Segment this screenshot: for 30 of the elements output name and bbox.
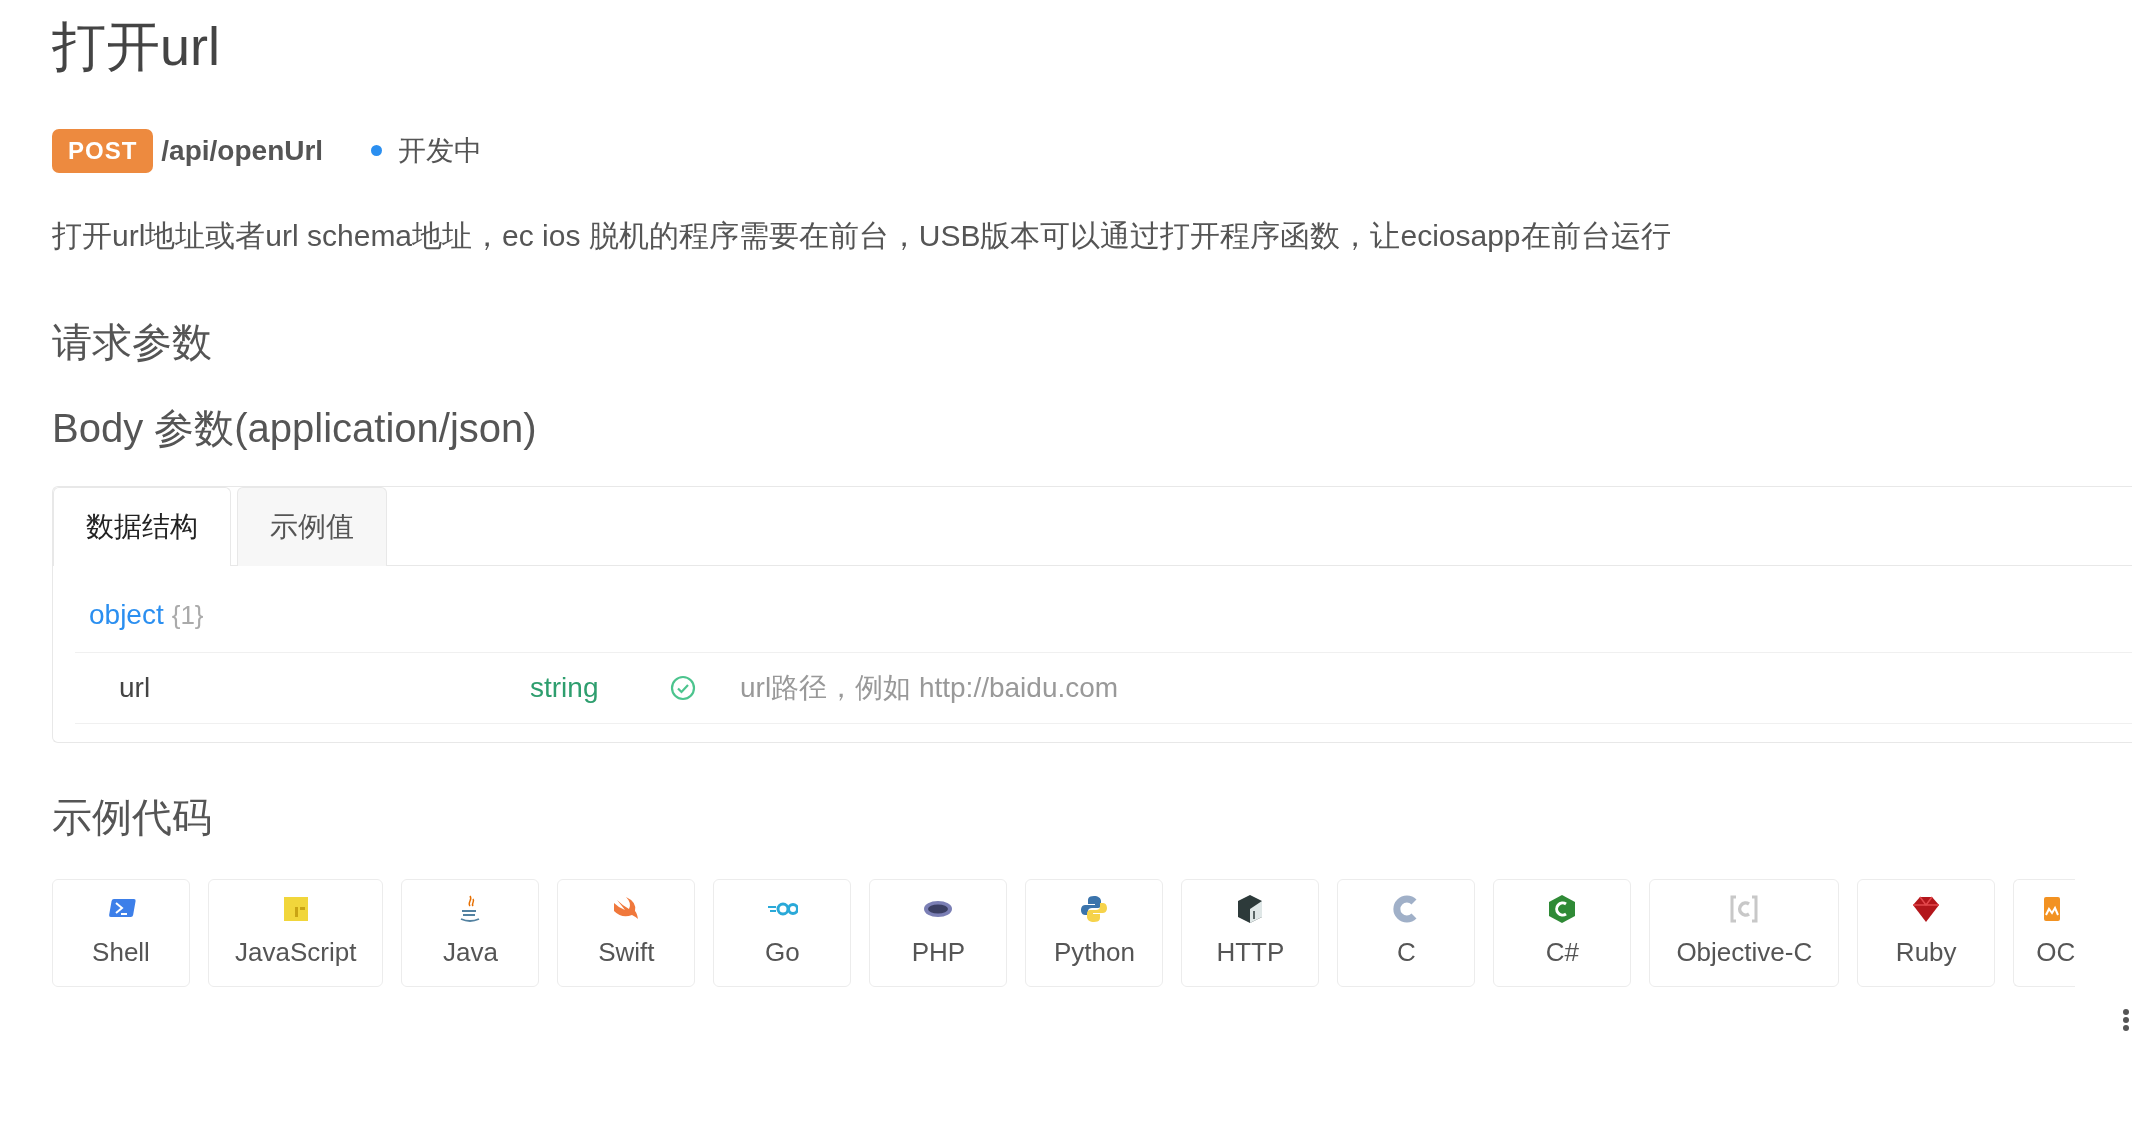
language-button[interactable]: Objective-C xyxy=(1649,878,1840,987)
more-icon[interactable] xyxy=(2122,1008,2130,1032)
section-heading: 示例代码 xyxy=(52,793,213,841)
section-heading: Body 参数(application/json) xyxy=(52,404,538,452)
schema-type: object xyxy=(89,597,164,632)
language-button[interactable]: C xyxy=(1337,878,1476,987)
field-name: url xyxy=(118,670,152,705)
method-badge: POST xyxy=(52,128,154,173)
language-button[interactable]: PHP xyxy=(869,878,1008,987)
language-button[interactable]: C# xyxy=(1493,878,1632,987)
tab[interactable]: 示例值 xyxy=(237,486,387,566)
status-label: 开发中 xyxy=(398,133,483,168)
language-button[interactable]: Ruby xyxy=(1857,878,1996,987)
language-button[interactable]: Python xyxy=(1025,878,1164,987)
field-type: string xyxy=(530,670,600,705)
language-button[interactable]: JavaScript xyxy=(208,878,384,987)
language-button[interactable]: Shell xyxy=(52,878,190,987)
language-button[interactable]: Swift xyxy=(557,878,696,987)
page-title: 打开url xyxy=(52,15,221,78)
language-button[interactable]: Go xyxy=(713,878,852,987)
language-button[interactable]: Java xyxy=(401,878,540,987)
bracket-icon xyxy=(1728,893,1761,926)
endpoint-path: /api/openUrl xyxy=(161,133,324,168)
field-description: url路径，例如 http://baidu.com xyxy=(739,670,1119,705)
language-button[interactable]: HTTP xyxy=(1181,878,1320,987)
description: 打开url地址或者url schema地址，ec ios 脱机的程序需要在前台，USB版本可以通过打开程序函数，让eciosapp在前台运行 xyxy=(52,217,1672,254)
language-button[interactable]: OC xyxy=(2013,878,2076,987)
section-heading: 请求参数 xyxy=(52,318,213,366)
field-count: {1} xyxy=(171,598,204,632)
tab[interactable]: 数据结构 xyxy=(53,486,231,566)
